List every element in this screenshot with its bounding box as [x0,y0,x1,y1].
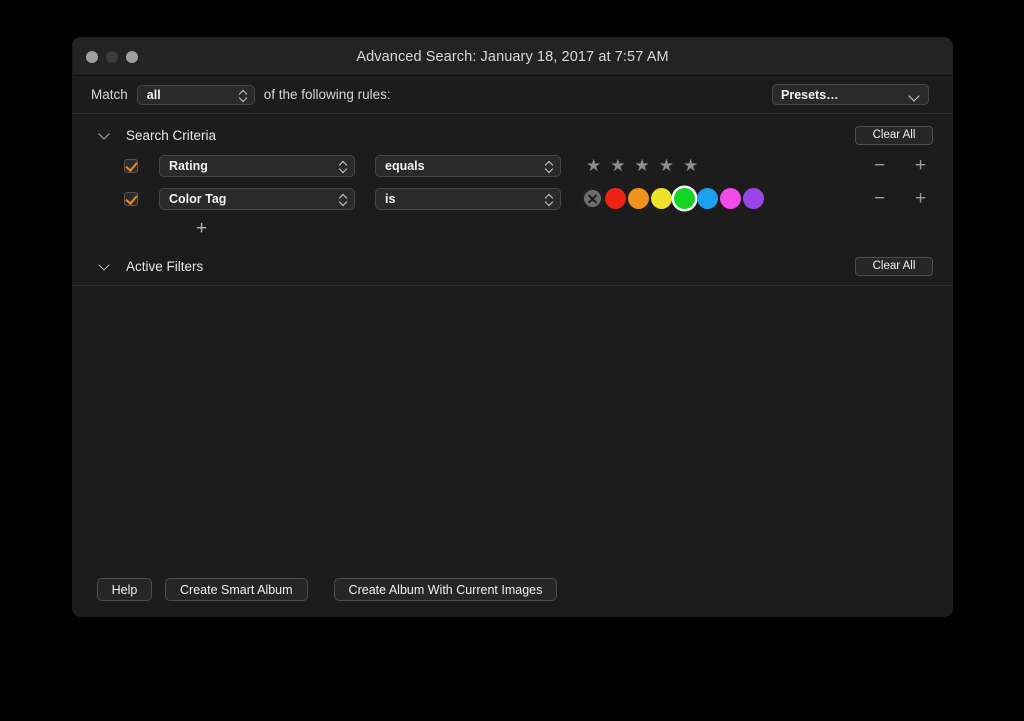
desktop-background: Advanced Search: January 18, 2017 at 7:5… [0,0,1024,721]
help-button[interactable]: Help [97,578,152,601]
chevron-down-icon[interactable] [99,129,111,141]
color-swatch-yellow[interactable] [651,188,672,209]
color-swatch-pink[interactable] [720,188,741,209]
rule-row-buttons: − + [871,189,929,208]
star-icon-3[interactable]: ★ [635,157,650,174]
chevron-down-icon [909,92,919,98]
color-swatch-red[interactable] [605,188,626,209]
minimize-button[interactable] [106,51,118,63]
presets-popup[interactable]: Presets… [772,84,929,105]
section-title-search-criteria: Search Criteria [126,127,217,143]
zoom-button[interactable] [126,51,138,63]
chevron-updown-icon [545,159,554,173]
window-body: Match all of the following rules: Preset… [73,76,952,616]
star-icon-1[interactable]: ★ [586,157,601,174]
rule-enabled-checkbox[interactable] [124,191,138,206]
footer-buttons: Help Create Smart Album Create Album Wit… [73,578,952,601]
close-button[interactable] [86,51,98,63]
color-swatch-orange[interactable] [628,188,649,209]
match-suffix-label: of the following rules: [263,87,391,102]
rule-field-popup-rating[interactable]: Rating [159,154,355,177]
remove-rule-button[interactable]: − [871,156,888,175]
divider-active-filters [73,285,952,286]
section-title-active-filters: Active Filters [126,258,204,274]
chevron-down-icon[interactable] [99,260,111,272]
chevron-updown-icon [545,192,554,206]
window-title: Advanced Search: January 18, 2017 at 7:5… [356,48,669,65]
add-rule-button[interactable]: + [912,156,929,175]
create-album-with-current-images-button[interactable]: Create Album With Current Images [333,578,558,601]
color-tag-swatches[interactable] [582,188,764,209]
rule-enabled-checkbox[interactable] [124,158,138,173]
rule-row-buttons: − + [871,156,929,175]
clear-all-search-criteria-button[interactable]: Clear All [855,125,933,145]
star-icon-5[interactable]: ★ [683,157,698,174]
star-icon-4[interactable]: ★ [659,157,674,174]
rule-operator-popup-color-tag[interactable]: is [375,187,561,210]
match-scope-popup[interactable]: all [136,84,255,105]
rule-row-color-tag: Color Tag is − + [73,182,952,215]
section-header-active-filters[interactable]: Active Filters Clear All [73,252,952,280]
clear-all-active-filters-button[interactable]: Clear All [855,256,933,276]
rule-operator-value: is [385,191,396,206]
rule-operator-value: equals [385,158,425,173]
rating-star-control[interactable]: ★ ★ ★ ★ ★ [586,157,698,174]
advanced-search-window: Advanced Search: January 18, 2017 at 7:5… [73,38,952,616]
add-rule-button[interactable]: + [912,189,929,208]
create-smart-album-button[interactable]: Create Smart Album [165,578,308,601]
color-swatch-blue[interactable] [697,188,718,209]
rule-field-popup-color-tag[interactable]: Color Tag [159,187,355,210]
color-swatch-green[interactable] [674,188,695,209]
section-header-search-criteria[interactable]: Search Criteria Clear All [73,121,952,149]
rule-row-rating: Rating equals ★ ★ ★ ★ ★ − + [73,149,952,182]
color-swatch-none[interactable] [582,188,603,209]
traffic-lights [86,51,138,63]
add-rule-button[interactable]: + [196,219,207,238]
chevron-updown-icon [239,88,248,102]
match-label: Match [91,87,128,102]
rule-field-value: Color Tag [169,191,227,206]
rule-operator-popup-rating[interactable]: equals [375,154,561,177]
color-swatch-purple[interactable] [743,188,764,209]
add-rule-row: + [73,215,952,243]
match-row: Match all of the following rules: Preset… [73,76,952,113]
divider-match [73,113,952,114]
match-scope-value: all [146,87,161,102]
chevron-updown-icon [339,159,348,173]
rule-field-value: Rating [169,158,208,173]
star-icon-2[interactable]: ★ [610,157,625,174]
remove-rule-button[interactable]: − [871,189,888,208]
window-titlebar[interactable]: Advanced Search: January 18, 2017 at 7:5… [73,38,952,76]
presets-label: Presets… [781,87,839,102]
chevron-updown-icon [339,192,348,206]
